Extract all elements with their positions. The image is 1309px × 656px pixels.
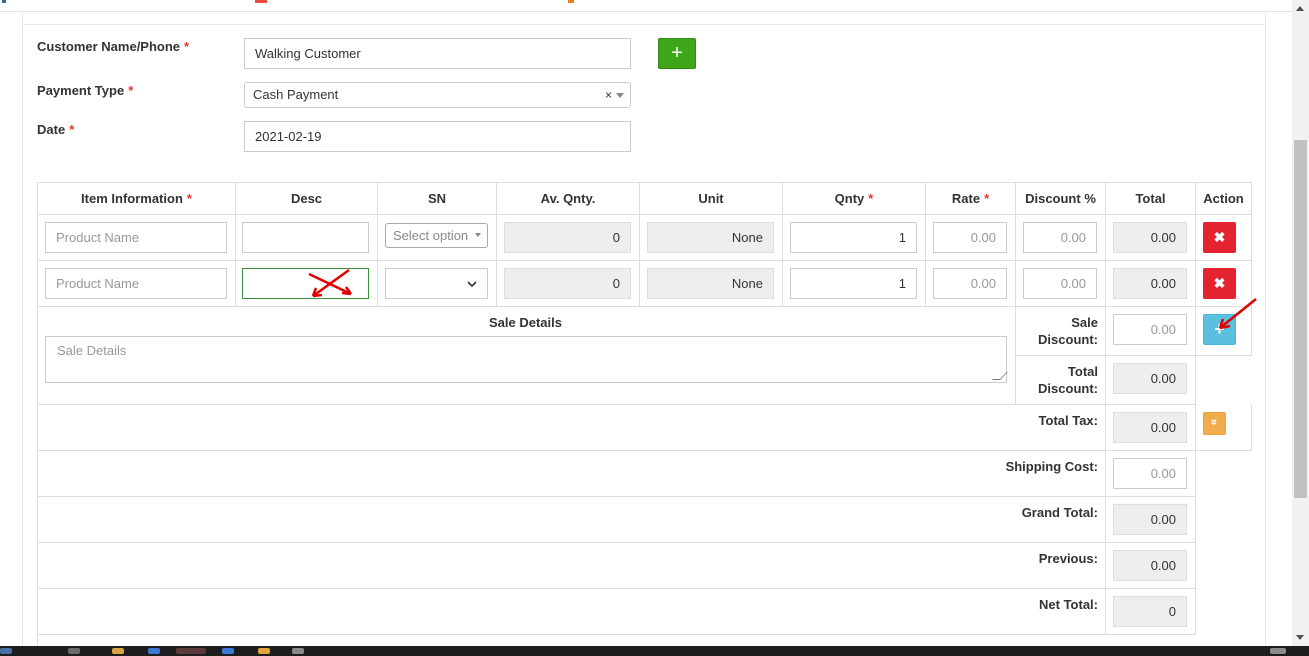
- summary-label-cell: [38, 451, 1106, 497]
- col-qnty: Qnty *: [783, 183, 926, 215]
- payment-type-label: Payment Type *: [37, 83, 134, 98]
- caret-down-icon: [475, 233, 481, 237]
- sn-select-placeholder: Select option: [393, 228, 469, 243]
- discount-input[interactable]: 0.00: [1023, 268, 1097, 299]
- grand-total-label: Grand Total:: [1021, 505, 1098, 520]
- payment-type-select[interactable]: Cash Payment ×: [244, 82, 631, 108]
- scroll-down-icon[interactable]: [1296, 635, 1304, 640]
- shipping-cost-input[interactable]: 0.00: [1113, 458, 1187, 489]
- col-total: Total: [1106, 183, 1196, 215]
- top-strip-mark: [255, 0, 267, 3]
- date-input[interactable]: 2021-02-19: [244, 121, 631, 152]
- taskbar-icon[interactable]: [1270, 648, 1286, 654]
- taskbar: [0, 646, 1309, 656]
- col-desc: Desc: [236, 183, 378, 215]
- row-total-field: 0.00: [1113, 268, 1187, 299]
- summary-label-cell: [38, 405, 1106, 451]
- taskbar-icon[interactable]: [176, 648, 206, 654]
- sale-details-title: Sale Details: [489, 315, 562, 330]
- taskbar-icon[interactable]: [148, 648, 160, 654]
- col-discount: Discount %: [1016, 183, 1106, 215]
- col-av-qnty: Av. Qnty.: [497, 183, 640, 215]
- unit-field: None: [647, 222, 774, 253]
- qnty-input[interactable]: 1: [790, 268, 917, 299]
- col-sn: SN: [378, 183, 497, 215]
- add-row-button[interactable]: +: [1203, 314, 1236, 345]
- desc-input[interactable]: [242, 222, 369, 253]
- total-tax-field: 0.00: [1113, 412, 1187, 443]
- taskbar-icon[interactable]: [112, 648, 124, 654]
- summary-label-cell: [38, 589, 1106, 635]
- av-qnty-field: 0: [504, 268, 631, 299]
- total-discount-label: Total Discount:: [1038, 364, 1098, 396]
- net-total-label: Net Total:: [1039, 597, 1098, 612]
- grand-total-field: 0.00: [1113, 504, 1187, 535]
- delete-row-button[interactable]: ✖: [1203, 222, 1236, 253]
- tax-toggle-button[interactable]: »: [1203, 412, 1226, 435]
- col-unit: Unit: [640, 183, 783, 215]
- product-name-input[interactable]: Product Name: [45, 268, 227, 299]
- taskbar-icon[interactable]: [258, 648, 270, 654]
- sale-discount-label: Sale Discount:: [1038, 315, 1098, 347]
- discount-input[interactable]: 0.00: [1023, 222, 1097, 253]
- qnty-input[interactable]: 1: [790, 222, 917, 253]
- desc-input[interactable]: [242, 268, 369, 299]
- customer-input[interactable]: Walking Customer: [244, 38, 631, 69]
- customer-label: Customer Name/Phone *: [37, 39, 190, 54]
- col-action: Action: [1196, 183, 1252, 215]
- previous-field: 0.00: [1113, 550, 1187, 581]
- summary-label-cell: [38, 497, 1106, 543]
- date-label: Date *: [37, 122, 75, 137]
- taskbar-icon[interactable]: [68, 648, 80, 654]
- sn-select[interactable]: [385, 268, 488, 299]
- taskbar-icon[interactable]: [0, 648, 12, 654]
- rate-input[interactable]: 0.00: [933, 222, 1007, 253]
- col-rate: Rate *: [926, 183, 1016, 215]
- summary-label-cell: [38, 543, 1106, 589]
- av-qnty-field: 0: [504, 222, 631, 253]
- sale-details-placeholder: Sale Details: [57, 343, 127, 358]
- top-strip-mark: [568, 0, 574, 3]
- unit-field: None: [647, 268, 774, 299]
- top-strip-mark: [2, 0, 6, 3]
- chevrons-down-icon: »: [1207, 418, 1222, 426]
- scroll-up-icon[interactable]: [1296, 6, 1304, 11]
- net-total-field: 0: [1113, 596, 1187, 627]
- total-tax-label: Total Tax:: [1038, 413, 1098, 428]
- sale-discount-input[interactable]: 0.00: [1113, 314, 1187, 345]
- taskbar-icon[interactable]: [292, 648, 304, 654]
- chevron-down-icon: [467, 281, 477, 288]
- delete-row-button[interactable]: ✖: [1203, 268, 1236, 299]
- panel-header: [23, 12, 1265, 25]
- previous-label: Previous:: [1038, 551, 1098, 566]
- clear-icon[interactable]: ×: [605, 83, 612, 107]
- sale-details-textarea[interactable]: Sale Details: [45, 336, 1008, 383]
- resize-handle-icon[interactable]: [992, 372, 1008, 380]
- shipping-cost-label: Shipping Cost:: [1005, 459, 1098, 474]
- caret-down-icon: [616, 93, 624, 98]
- top-strip: [0, 0, 1292, 12]
- rate-input[interactable]: 0.00: [933, 268, 1007, 299]
- col-item-information: Item Information *: [38, 183, 236, 215]
- total-discount-field: 0.00: [1113, 363, 1187, 394]
- row-total-field: 0.00: [1113, 222, 1187, 253]
- sn-select[interactable]: Select option: [385, 223, 488, 248]
- taskbar-icon[interactable]: [222, 648, 234, 654]
- product-name-input[interactable]: Product Name: [45, 222, 227, 253]
- payment-type-value: Cash Payment: [253, 87, 339, 102]
- scrollbar-thumb[interactable]: [1294, 140, 1307, 498]
- add-customer-button[interactable]: +: [658, 38, 696, 69]
- vertical-scrollbar[interactable]: [1292, 0, 1309, 646]
